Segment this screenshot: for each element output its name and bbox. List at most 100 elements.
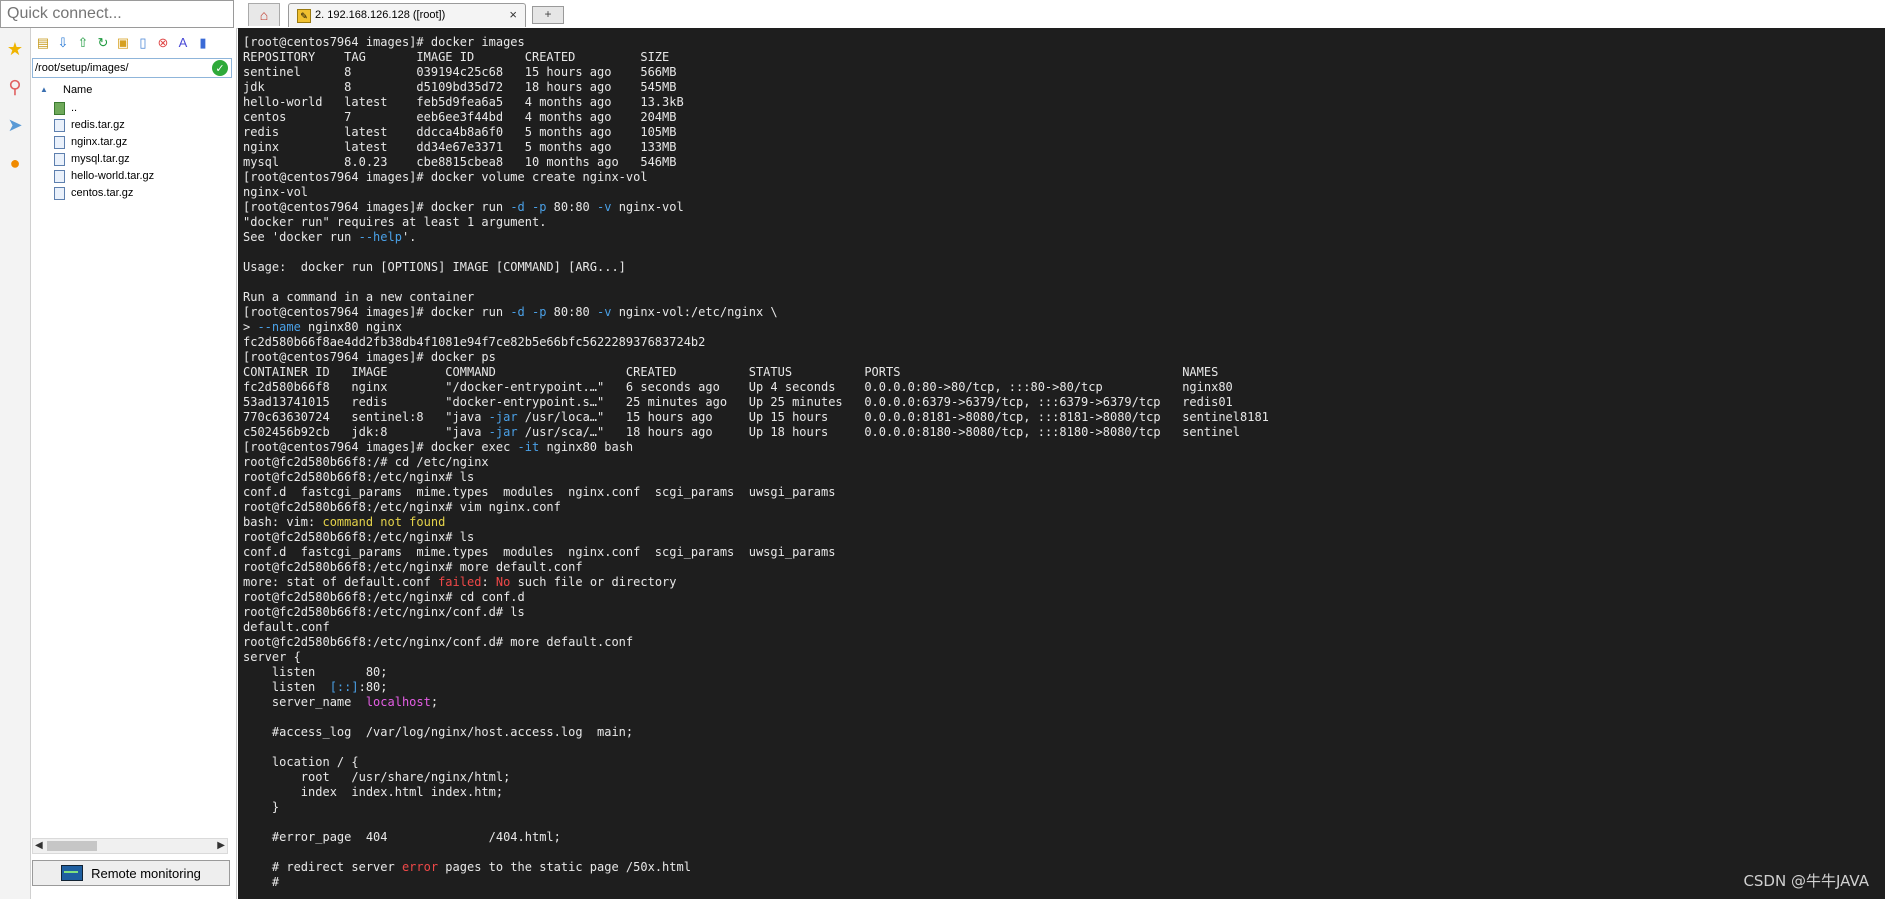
terminal-output: [root@centos7964 images]# docker images R…: [243, 35, 1269, 890]
terminal-line: [root@centos7964 images]# docker images: [243, 35, 1269, 50]
terminal-text: such file or directory: [510, 575, 677, 589]
terminal-line: bash: vim: command not found: [243, 515, 1269, 530]
terminal-text: redis latest ddcca4b8a6f0 5 months ago 1…: [243, 125, 677, 139]
terminal-text: command not found: [322, 515, 446, 529]
refresh-icon[interactable]: ↻: [94, 34, 112, 52]
properties-icon[interactable]: ▮: [194, 34, 212, 52]
terminal-line: [root@centos7964 images]# docker ps: [243, 350, 1269, 365]
name-column-header: Name: [63, 84, 93, 96]
terminal-line: [root@centos7964 images]# docker exec -i…: [243, 440, 1269, 455]
up-folder-icon[interactable]: ▤: [34, 34, 52, 52]
terminal-text: "docker run" requires at least 1 argumen…: [243, 215, 547, 229]
terminal-line: sentinel 8 039194c25c68 15 hours ago 566…: [243, 65, 1269, 80]
file-icon: [54, 136, 65, 149]
terminal-line: 53ad13741015 redis "docker-entrypoint.s……: [243, 395, 1269, 410]
terminal-line: listen [::]:80;: [243, 680, 1269, 695]
terminal-line: [root@centos7964 images]# docker run -d …: [243, 305, 1269, 320]
tree-header[interactable]: ▲ Name: [32, 82, 232, 100]
terminal-line: fc2d580b66f8ae4dd2fb38db4f1081e94f7ce82b…: [243, 335, 1269, 350]
terminal-text: Run a command in a new container: [243, 290, 475, 304]
session-tab[interactable]: ✎ 2. 192.168.126.128 ([root]) ×: [288, 3, 526, 27]
terminal-text: #error_page 404 /404.html;: [243, 830, 561, 844]
terminal-text: pages to the static page /50x.html: [438, 860, 691, 874]
terminal-text: failed: [438, 575, 482, 589]
terminal-text: --name: [257, 320, 301, 334]
file-icon: [54, 153, 65, 166]
file-row[interactable]: hello-world.tar.gz: [32, 168, 232, 185]
terminal-line: root@fc2d580b66f8:/etc/nginx/conf.d# mor…: [243, 635, 1269, 650]
terminal-text: 80:80: [546, 305, 598, 319]
terminal-text: ;: [430, 695, 439, 709]
terminal-text: [root@centos7964 images]# docker volume …: [243, 170, 648, 184]
download-icon[interactable]: ⇩: [54, 34, 72, 52]
terminal-text: c502456b92cb jdk:8 "java: [243, 425, 489, 439]
terminal-text: No: [495, 575, 511, 589]
terminal-line: root@fc2d580b66f8:/# cd /etc/nginx: [243, 455, 1269, 470]
quick-connect-input[interactable]: [0, 0, 234, 28]
terminal-line: > --name nginx80 nginx: [243, 320, 1269, 335]
terminal-line: jdk 8 d5109bd35d72 18 hours ago 545MB: [243, 80, 1269, 95]
new-folder-icon[interactable]: ▣: [114, 34, 132, 52]
terminal-text: hello-world latest feb5d9fea6a5 4 months…: [243, 95, 684, 109]
new-tab-button[interactable]: +: [532, 6, 564, 24]
terminal-text: localhost: [365, 695, 431, 709]
send-icon[interactable]: ➤: [4, 114, 26, 136]
remote-path-input[interactable]: [32, 58, 232, 78]
monitor-icon: [61, 865, 84, 881]
terminal-text: root@fc2d580b66f8:/# cd /etc/nginx: [243, 455, 489, 469]
tools-icon[interactable]: ●: [4, 152, 26, 174]
horizontal-scrollbar[interactable]: ◀ ▶: [32, 838, 228, 854]
home-tab[interactable]: ⌂: [248, 3, 280, 26]
file-name: hello-world.tar.gz: [71, 170, 155, 182]
terminal-line: centos 7 eeb6ee3f44bd 4 months ago 204MB: [243, 110, 1269, 125]
scroll-right-icon[interactable]: ▶: [217, 839, 225, 853]
terminal-text: root@fc2d580b66f8:/etc/nginx# cd conf.d: [243, 590, 525, 604]
terminal-text: [root@centos7964 images]# docker exec: [243, 440, 518, 454]
terminal-line: hello-world latest feb5d9fea6a5 4 months…: [243, 95, 1269, 110]
file-row[interactable]: redis.tar.gz: [32, 117, 232, 134]
file-row[interactable]: mysql.tar.gz: [32, 151, 232, 168]
file-row[interactable]: centos.tar.gz: [32, 185, 232, 202]
terminal-text: [root@centos7964 images]# docker ps: [243, 350, 496, 364]
star-icon[interactable]: ★: [4, 38, 26, 60]
terminal-line: #access_log /var/log/nginx/host.access.l…: [243, 725, 1269, 740]
upload-icon[interactable]: ⇧: [74, 34, 92, 52]
terminal-text: listen 80;: [243, 665, 388, 679]
file-row-parent[interactable]: ..: [32, 100, 232, 117]
file-row[interactable]: nginx.tar.gz: [32, 134, 232, 151]
watermark: CSDN @牛牛JAVA: [1743, 872, 1869, 890]
session-icon[interactable]: ⚲: [4, 76, 26, 98]
remote-monitoring-button[interactable]: Remote monitoring: [32, 860, 230, 886]
terminal-line: root@fc2d580b66f8:/etc/nginx/conf.d# ls: [243, 605, 1269, 620]
terminal-panel[interactable]: [root@centos7964 images]# docker images R…: [238, 28, 1885, 899]
terminal-line: 770c63630724 sentinel:8 "java -jar /usr/…: [243, 410, 1269, 425]
terminal-text: conf.d fastcgi_params mime.types modules…: [243, 545, 836, 559]
terminal-text: 770c63630724 sentinel:8 "java: [243, 410, 489, 424]
terminal-text: root@fc2d580b66f8:/etc/nginx/conf.d# ls: [243, 605, 525, 619]
terminal-text: bash: vim:: [243, 515, 323, 529]
terminal-text: more: stat of default.conf: [243, 575, 439, 589]
terminal-text: See 'docker run: [243, 230, 359, 244]
rename-icon[interactable]: A: [174, 34, 192, 52]
terminal-text: default.conf: [243, 620, 330, 634]
path-go-icon[interactable]: ✓: [212, 60, 228, 76]
terminal-text: index index.html index.htm;: [243, 785, 504, 799]
terminal-text: listen: [243, 680, 330, 694]
terminal-text: #access_log /var/log/nginx/host.access.l…: [243, 725, 634, 739]
scrollbar-thumb[interactable]: [47, 841, 97, 851]
new-file-icon[interactable]: ▯: [134, 34, 152, 52]
terminal-text: nginx80 nginx: [300, 320, 402, 334]
terminal-line: location / {: [243, 755, 1269, 770]
close-tab-icon[interactable]: ×: [509, 7, 517, 22]
terminal-line: root@fc2d580b66f8:/etc/nginx# vim nginx.…: [243, 500, 1269, 515]
terminal-line: nginx-vol: [243, 185, 1269, 200]
terminal-line: server_name localhost;: [243, 695, 1269, 710]
file-icon: [54, 170, 65, 183]
file-icon: [54, 119, 65, 132]
terminal-line: conf.d fastcgi_params mime.types modules…: [243, 485, 1269, 500]
terminal-text: [root@centos7964 images]# docker images: [243, 35, 525, 49]
scroll-left-icon[interactable]: ◀: [35, 839, 43, 853]
delete-icon[interactable]: ⊗: [154, 34, 172, 52]
terminal-line: more: stat of default.conf failed: No su…: [243, 575, 1269, 590]
